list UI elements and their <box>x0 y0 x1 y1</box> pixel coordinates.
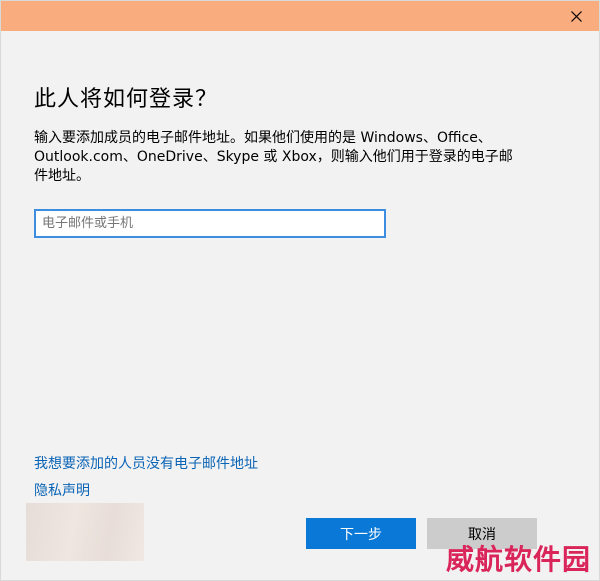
dialog-content: 此人将如何登录？ 输入要添加成员的电子邮件地址。如果他们使用的是 Windows… <box>1 31 599 580</box>
email-or-phone-input[interactable] <box>34 209 386 238</box>
next-button[interactable]: 下一步 <box>306 518 416 549</box>
close-icon <box>570 10 582 22</box>
blurred-region <box>26 503 144 561</box>
page-title: 此人将如何登录？ <box>34 87 219 112</box>
title-bar <box>1 1 599 31</box>
privacy-statement-link[interactable]: 隐私声明 <box>34 480 90 500</box>
add-user-dialog: 此人将如何登录？ 输入要添加成员的电子邮件地址。如果他们使用的是 Windows… <box>0 0 600 581</box>
no-email-link[interactable]: 我想要添加的人员没有电子邮件地址 <box>34 453 258 473</box>
close-button[interactable] <box>553 1 599 31</box>
instructions-text: 输入要添加成员的电子邮件地址。如果他们使用的是 Windows、Office、O… <box>34 130 513 184</box>
watermark-text: 威航软件园 <box>445 543 591 576</box>
